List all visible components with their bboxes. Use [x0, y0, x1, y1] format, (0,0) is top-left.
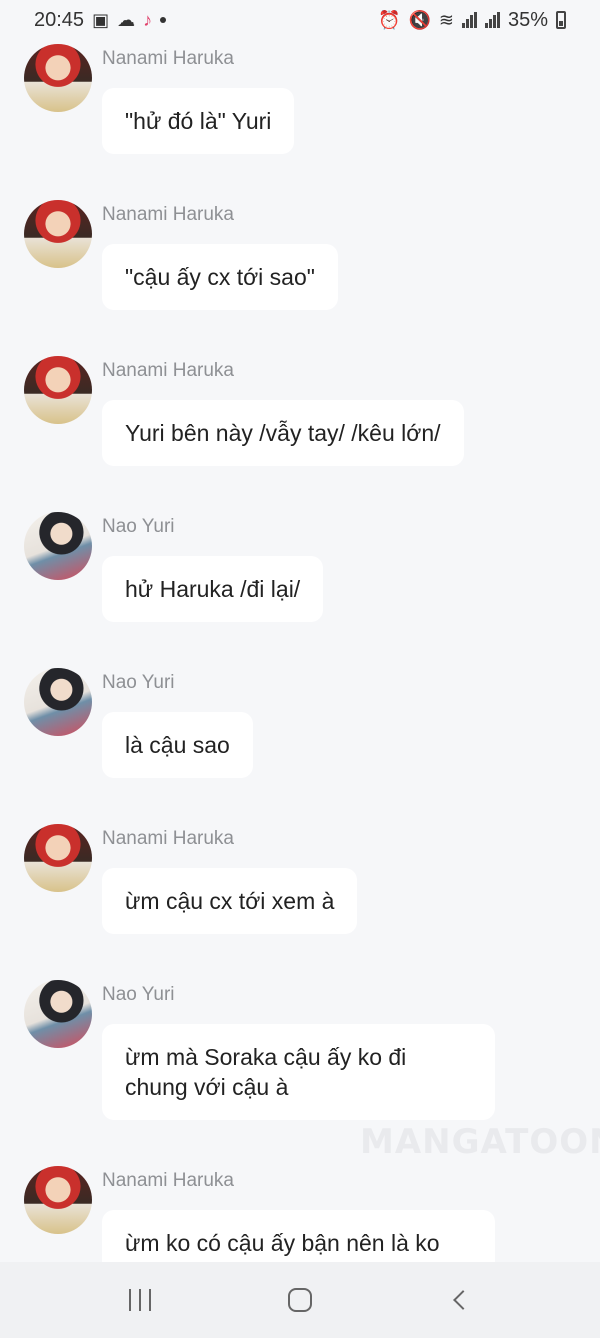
back-button[interactable] [430, 1275, 490, 1325]
mute-icon: 🔇 [408, 10, 431, 30]
sender-name: Nao Yuri [102, 672, 175, 693]
message-bubble[interactable]: ừm mà Soraka cậu ấy ko đi chung với cậu … [102, 1024, 495, 1120]
sender-name: Nao Yuri [102, 516, 175, 537]
status-time: 20:45 [34, 8, 85, 31]
sender-name: Nanami Haruka [102, 828, 234, 849]
battery-percent: 35% [507, 8, 548, 31]
avatar[interactable] [24, 1166, 92, 1234]
sender-name: Nanami Haruka [102, 360, 234, 381]
navigation-bar [0, 1262, 600, 1338]
message-bubble[interactable]: Yuri bên này /vẫy tay/ /kêu lớn/ [102, 400, 464, 466]
message-bubble[interactable]: là cậu sao [102, 712, 253, 778]
status-bar: 20:45 ▣ ☁ ♪ ⏰ 🔇 ≋ 35% [0, 0, 600, 40]
message-bubble[interactable]: "cậu ấy cx tới sao" [102, 244, 338, 310]
cloud-icon: ☁ [117, 10, 136, 30]
watermark-logo: MANGATOON [360, 1122, 600, 1162]
avatar[interactable] [24, 824, 92, 892]
wifi-icon: ≋ [438, 10, 454, 30]
tiktok-icon: ♪ [143, 10, 153, 30]
avatar[interactable] [24, 200, 92, 268]
signal-icon [484, 12, 500, 28]
avatar[interactable] [24, 980, 92, 1048]
avatar[interactable] [24, 668, 92, 736]
back-icon [453, 1290, 473, 1310]
battery-icon [556, 11, 566, 29]
message-bubble[interactable]: ừm cậu cx tới xem à [102, 868, 358, 934]
message-bubble[interactable]: "hử đó là" Yuri [102, 88, 295, 154]
avatar[interactable] [24, 356, 92, 424]
status-right: ⏰ 🔇 ≋ 35% [378, 9, 566, 32]
sender-name: Nanami Haruka [102, 1170, 234, 1191]
signal-icon [461, 12, 477, 28]
avatar[interactable] [24, 512, 92, 580]
status-left: 20:45 ▣ ☁ ♪ [34, 8, 167, 32]
home-icon [288, 1288, 312, 1312]
home-button[interactable] [270, 1275, 330, 1325]
notification-dot-icon [160, 17, 167, 23]
sender-name: Nanami Haruka [102, 48, 234, 69]
avatar[interactable] [24, 44, 92, 112]
recents-button[interactable] [110, 1275, 170, 1325]
image-icon: ▣ [92, 10, 110, 30]
recents-icon [129, 1289, 151, 1311]
message-bubble[interactable]: hử Haruka /đi lại/ [102, 556, 324, 622]
alarm-icon: ⏰ [378, 10, 401, 30]
sender-name: Nao Yuri [102, 984, 175, 1005]
sender-name: Nanami Haruka [102, 204, 234, 225]
